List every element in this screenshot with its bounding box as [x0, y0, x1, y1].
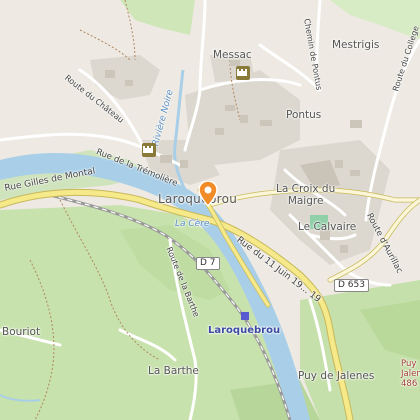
place-label-puy-de-jalenes: Puy de Jalenes: [298, 370, 375, 382]
place-label-bouriot: Bouriot: [2, 326, 41, 338]
station-label: Laroquebrou: [208, 325, 281, 336]
castle-icon[interactable]: [142, 143, 156, 157]
map-canvas: [0, 0, 420, 420]
water-label-la-cere: La Cère: [175, 219, 210, 229]
place-label-la-croix-du-maigre: La Croix du Maigre: [276, 183, 336, 208]
train-station-icon: [241, 312, 249, 320]
place-label-pontus: Pontus: [286, 109, 322, 121]
place-label-le-calvaire: Le Calvaire: [298, 221, 357, 233]
place-label-mestrigis: Mestrigis: [332, 39, 380, 51]
place-label-puy-jalenes-summit: Puy Jalen 486: [401, 359, 420, 389]
highway-shield-d653: D 653: [334, 279, 369, 292]
highway-shield-d7: D 7: [196, 257, 220, 270]
map-view[interactable]: Messac Mestrigis Pontus Laroquebrou La C…: [0, 0, 420, 420]
place-label-la-barthe: La Barthe: [148, 365, 199, 377]
place-label-messac: Messac: [213, 49, 252, 61]
castle-icon[interactable]: [236, 66, 250, 80]
